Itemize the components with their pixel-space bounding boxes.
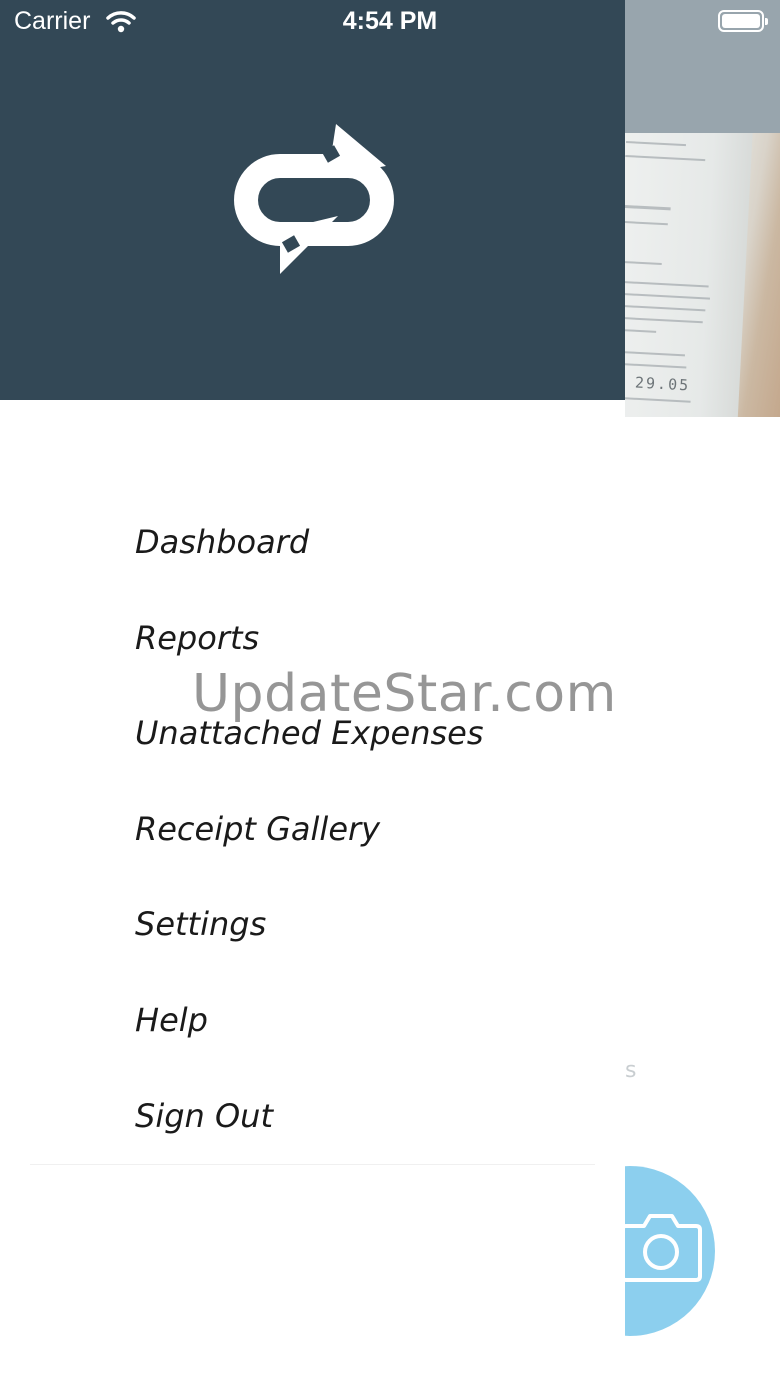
menu-item-settings[interactable]: Settings — [0, 877, 625, 973]
sync-loop-icon — [234, 124, 394, 274]
camera-icon — [620, 1214, 702, 1282]
receipt-total: 29.05 — [634, 373, 691, 395]
background-text-fragment: s — [625, 1058, 637, 1083]
menu-item-help[interactable]: Help — [0, 973, 625, 1069]
menu-item-unattached-expenses[interactable]: Unattached Expenses — [0, 686, 625, 782]
battery-icon — [718, 10, 768, 32]
drawer-menu: Dashboard Reports Unattached Expenses Re… — [0, 495, 625, 1164]
status-bar: Carrier 4:54 PM — [0, 0, 780, 44]
menu-item-dashboard[interactable]: Dashboard — [0, 495, 625, 591]
menu-divider — [30, 1164, 595, 1165]
menu-item-receipt-gallery[interactable]: Receipt Gallery — [0, 782, 625, 878]
menu-item-reports[interactable]: Reports — [0, 591, 625, 687]
status-time: 4:54 PM — [342, 7, 438, 35]
navigation-drawer: Dashboard Reports Unattached Expenses Re… — [0, 0, 625, 1387]
app-screen: 29.05 s Dashboard Reports Unattached Exp… — [0, 0, 780, 1387]
receipt-image: 29.05 — [625, 133, 780, 417]
menu-item-sign-out[interactable]: Sign Out — [0, 1069, 625, 1165]
drawer-header — [0, 0, 625, 400]
